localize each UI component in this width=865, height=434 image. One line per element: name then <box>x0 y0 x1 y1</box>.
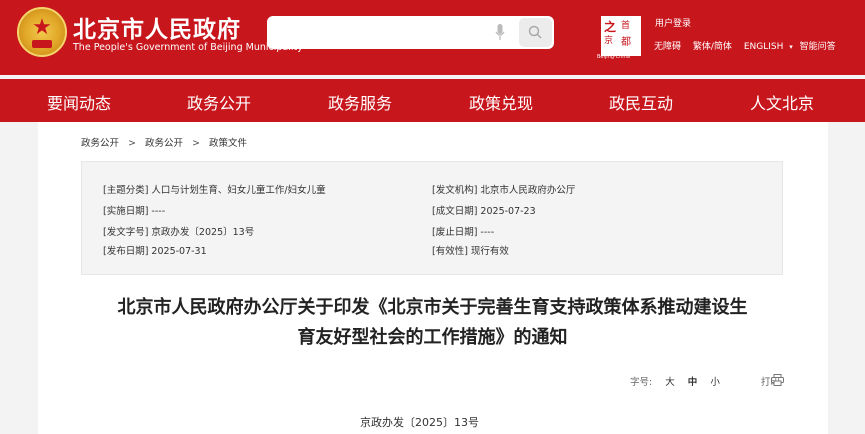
search-button[interactable] <box>519 18 552 47</box>
search-bar <box>267 16 554 49</box>
microphone-icon[interactable] <box>495 24 505 41</box>
document-title-line: 育友好型社会的工作措施》的通知 <box>297 327 568 348</box>
nav-item-policy-benefits[interactable]: 政策兑现 <box>469 90 533 114</box>
user-login-link[interactable]: 用户登录 <box>655 16 691 29</box>
info-doc-number: [发文字号] 京政办发〔2025〕13号 <box>103 227 255 238</box>
capital-logo-caption: Beijing·China <box>597 54 630 60</box>
smart-qa-link[interactable]: 智能问答 <box>800 42 836 52</box>
english-link[interactable]: ENGLISH <box>744 42 784 52</box>
site-header: 北京市人民政府 The People's Government of Beiji… <box>0 0 865 75</box>
accessibility-link[interactable]: 无障碍 <box>654 42 681 52</box>
breadcrumb-link[interactable]: 政务公开 <box>81 138 119 149</box>
breadcrumb: 政务公开 > 政务公开 > 政策文件 <box>81 135 247 149</box>
info-validity: [有效性] 现行有效 <box>432 246 509 257</box>
info-published-date: [发布日期] 2025-07-31 <box>103 246 207 257</box>
font-size-medium-button[interactable]: 中 <box>688 377 698 388</box>
font-size-label: 字号: <box>630 377 653 388</box>
traditional-simplified-toggle[interactable]: 繁体/简体 <box>693 42 732 52</box>
document-title-line: 北京市人民政府办公厅关于印发《北京市关于完善生育支持政策体系推动建设生 <box>117 297 748 318</box>
capital-logo-char: 都 <box>621 37 631 48</box>
nav-item-news[interactable]: 要闻动态 <box>47 90 111 114</box>
printer-icon[interactable] <box>771 374 784 386</box>
info-expiry-date: [废止日期] ---- <box>432 227 495 238</box>
capital-beijing-logo[interactable]: 之 首 京 都 <box>601 16 641 56</box>
national-emblem-logo[interactable] <box>17 7 67 57</box>
nav-item-interaction[interactable]: 政民互动 <box>609 90 673 114</box>
capital-logo-char: 京 <box>604 36 614 46</box>
utility-links: 无障碍 繁体/简体 ENGLISH ▾ 智能问答 <box>654 39 845 52</box>
nav-item-gov-services[interactable]: 政务服务 <box>328 90 392 114</box>
breadcrumb-current[interactable]: 政策文件 <box>209 138 247 149</box>
reading-tools: 字号: 大 中 小 打印 <box>630 374 780 388</box>
info-topic: [主题分类] 人口与计划生育、妇女儿童工作/妇女儿童 <box>103 185 326 196</box>
breadcrumb-separator: > <box>192 138 200 149</box>
document-title: 北京市人民政府办公厅关于印发《北京市关于完善生育支持政策体系推动建设生 育友好型… <box>50 293 815 353</box>
search-input[interactable] <box>275 22 490 43</box>
document-info-box: [主题分类] 人口与计划生育、妇女儿童工作/妇女儿童 [发文机构] 北京市人民政… <box>81 161 783 275</box>
search-icon <box>528 25 542 39</box>
chevron-down-icon[interactable]: ▾ <box>789 43 793 51</box>
info-effective-date: [实施日期] ---- <box>103 206 166 217</box>
site-title[interactable]: 北京市人民政府 <box>73 10 241 44</box>
document-number: 京政办发〔2025〕13号 <box>360 416 479 429</box>
font-size-large-button[interactable]: 大 <box>665 377 675 388</box>
breadcrumb-link[interactable]: 政务公开 <box>145 138 183 149</box>
nav-item-culture[interactable]: 人文北京 <box>750 90 814 114</box>
main-nav: 要闻动态 政务公开 政务服务 政策兑现 政民互动 人文北京 <box>0 79 865 122</box>
capital-logo-char: 首 <box>621 21 631 31</box>
breadcrumb-separator: > <box>128 138 136 149</box>
font-size-small-button[interactable]: 小 <box>710 377 720 388</box>
info-written-date: [成文日期] 2025-07-23 <box>432 206 536 217</box>
nav-item-gov-affairs[interactable]: 政务公开 <box>187 90 251 114</box>
info-issuer: [发文机构] 北京市人民政府办公厅 <box>432 185 576 196</box>
